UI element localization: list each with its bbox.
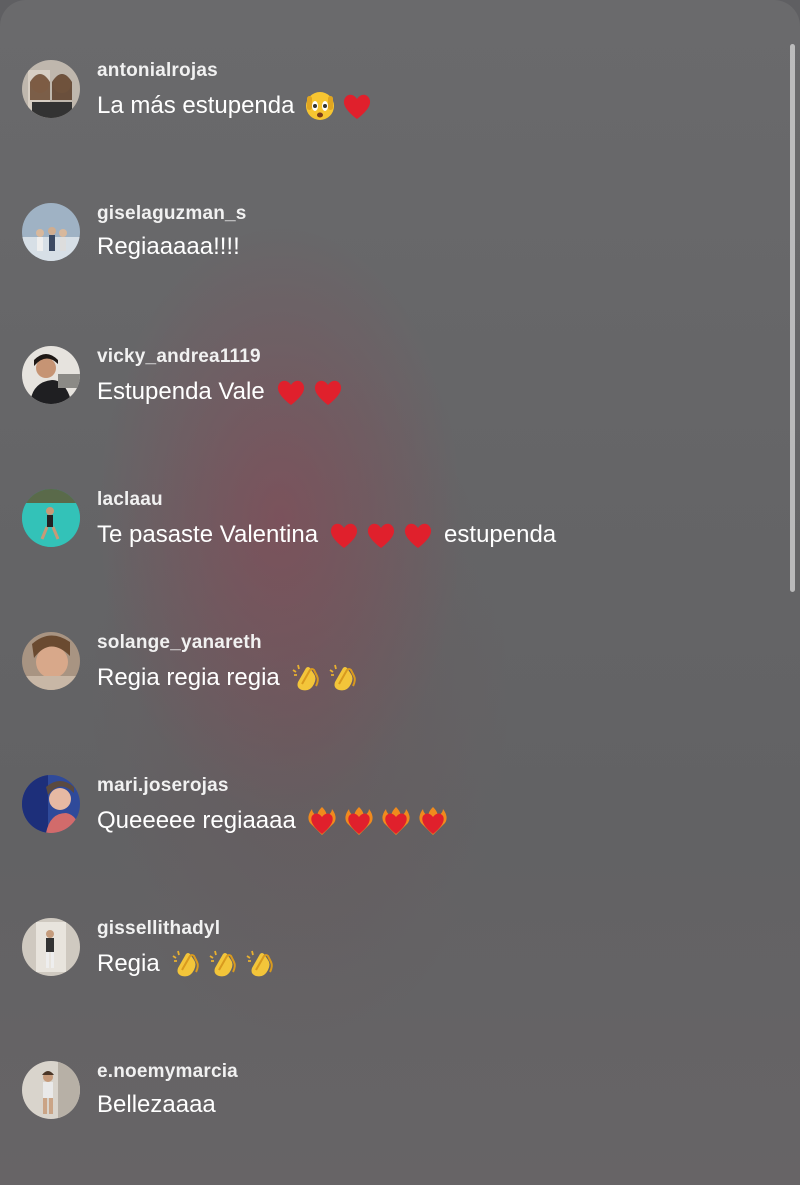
comment-message: Queeeee regiaaaa <box>97 807 296 834</box>
comment-message: La más estupenda <box>97 92 295 119</box>
comment-item: vicky_andrea1119 Estupenda Vale <box>22 346 762 416</box>
comment-item: solange_yanareth Regia regia regia <box>22 632 762 702</box>
clapping-hands-emoji <box>207 948 239 980</box>
comment-username[interactable]: gissellithadyl <box>97 918 220 940</box>
comment-item: laclaau Te pasaste Valentina estupenda <box>22 489 762 559</box>
comment-username[interactable]: e.noemymarcia <box>97 1061 238 1083</box>
red-heart-emoji <box>341 90 373 122</box>
comment-text: Regia regia regia <box>97 662 364 694</box>
comment-text: Bellezaaaa <box>97 1091 216 1119</box>
comment-text: Regiaaaaa!!!! <box>97 233 240 261</box>
comment-item: giselaguzman_s Regiaaaaa!!!! <box>22 203 762 273</box>
comment-item: e.noemymarcia Bellezaaaa <box>22 1061 762 1131</box>
face-peeking-emoji <box>304 90 336 122</box>
comments-sheet: antonialrojas La más estupenda giselaguz… <box>0 0 800 1185</box>
avatar[interactable] <box>22 489 80 547</box>
comment-username[interactable]: solange_yanareth <box>97 632 262 654</box>
comment-item: mari.joserojas Queeeee regiaaaa <box>22 775 762 845</box>
comment-message: Estupenda Vale <box>97 378 265 405</box>
clapping-hands-emoji <box>327 662 359 694</box>
comment-username[interactable]: giselaguzman_s <box>97 203 247 225</box>
avatar[interactable] <box>22 203 80 261</box>
comment-message: Te pasaste Valentina <box>97 521 319 548</box>
comment-text: Te pasaste Valentina estupenda <box>97 519 556 551</box>
red-heart-emoji <box>328 519 360 551</box>
comment-username[interactable]: vicky_andrea1119 <box>97 346 261 368</box>
red-heart-emoji <box>275 376 307 408</box>
heart-on-fire-emoji <box>306 805 338 837</box>
comment-username[interactable]: mari.joserojas <box>97 775 229 797</box>
comment-username[interactable]: laclaau <box>97 489 163 511</box>
comment-item: gissellithadyl Regia <box>22 918 762 988</box>
comment-text: Queeeee regiaaaa <box>97 805 454 837</box>
red-heart-emoji <box>365 519 397 551</box>
avatar[interactable] <box>22 775 80 833</box>
comment-text: Estupenda Vale <box>97 376 349 408</box>
avatar[interactable] <box>22 1061 80 1119</box>
avatar[interactable] <box>22 346 80 404</box>
clapping-hands-emoji <box>290 662 322 694</box>
red-heart-emoji <box>312 376 344 408</box>
comment-text: La más estupenda <box>97 90 378 122</box>
avatar[interactable] <box>22 918 80 976</box>
comment-message-suffix: estupenda <box>444 521 557 548</box>
comment-username[interactable]: antonialrojas <box>97 60 218 82</box>
clapping-hands-emoji <box>170 948 202 980</box>
scrollbar[interactable] <box>790 44 795 592</box>
heart-on-fire-emoji <box>380 805 412 837</box>
comment-item: antonialrojas La más estupenda <box>22 60 762 130</box>
avatar[interactable] <box>22 632 80 690</box>
comment-message: Regia regia regia <box>97 664 280 691</box>
avatar[interactable] <box>22 60 80 118</box>
red-heart-emoji <box>402 519 434 551</box>
heart-on-fire-emoji <box>417 805 449 837</box>
comment-text: Regia <box>97 948 281 980</box>
comment-message: Bellezaaaa <box>97 1091 216 1118</box>
heart-on-fire-emoji <box>343 805 375 837</box>
clapping-hands-emoji <box>244 948 276 980</box>
comment-message: Regiaaaaa!!!! <box>97 233 240 260</box>
comment-message: Regia <box>97 950 160 977</box>
